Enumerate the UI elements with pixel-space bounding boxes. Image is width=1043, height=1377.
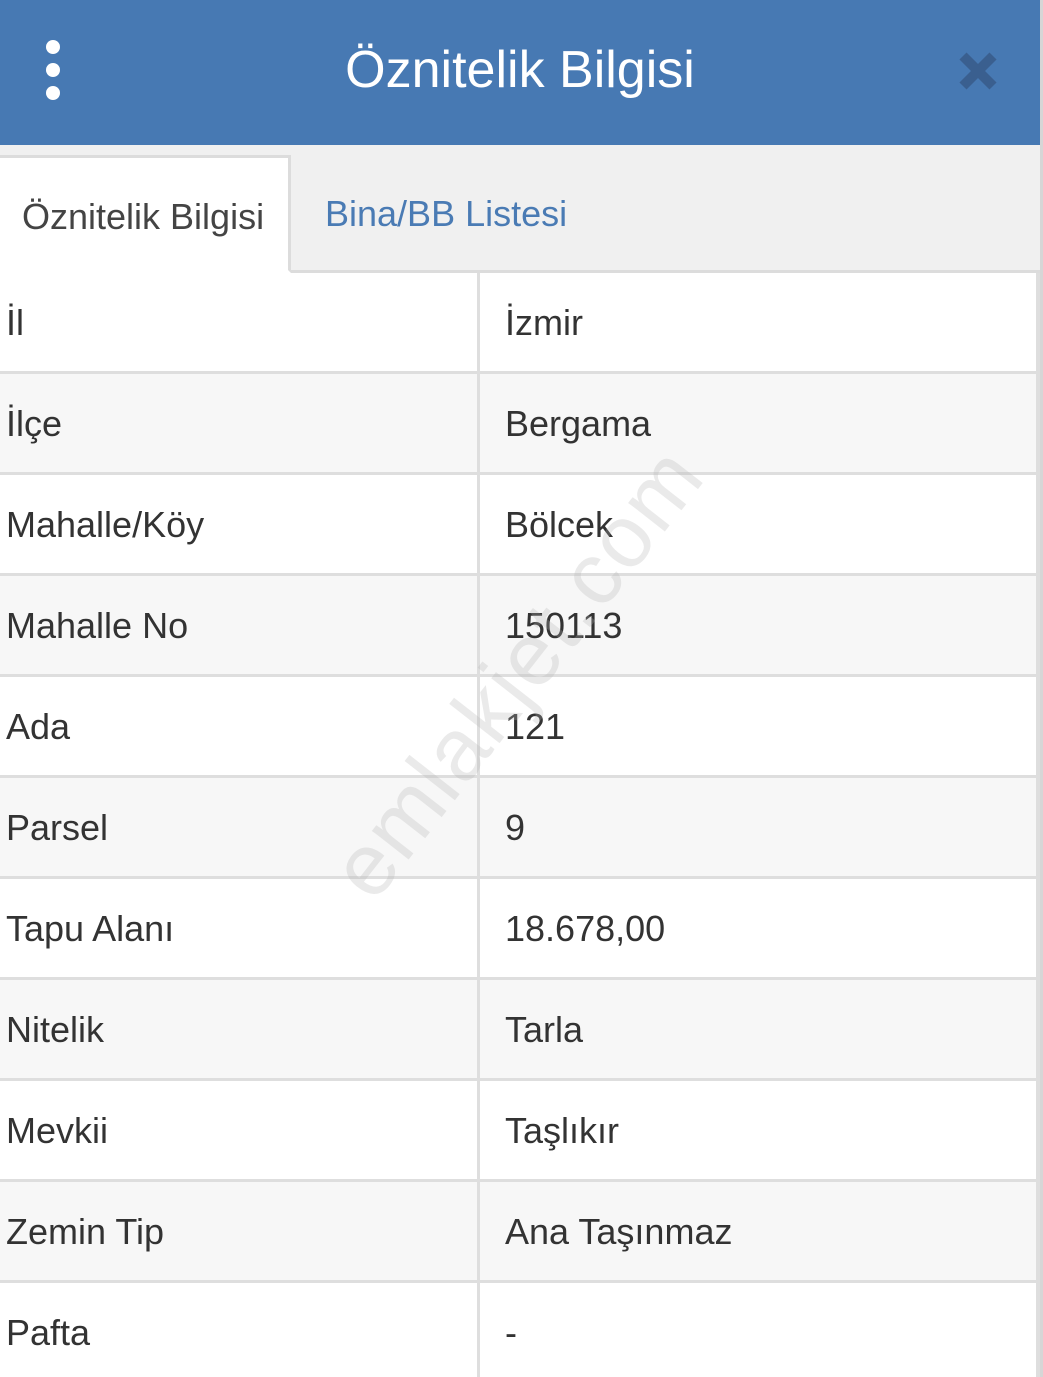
table-row: Mevkii Taşlıkır — [0, 1081, 1040, 1182]
row-value: Tarla — [505, 1009, 584, 1050]
row-label: Tapu Alanı — [6, 908, 175, 949]
row-value: İzmir — [505, 302, 583, 343]
row-label: Mevkii — [6, 1110, 109, 1151]
row-value: Ana Taşınmaz — [505, 1211, 733, 1252]
column-divider — [477, 1283, 480, 1377]
row-label: Mahalle/Köy — [6, 504, 205, 545]
table-row: Tapu Alanı 18.678,00 — [0, 879, 1040, 980]
column-divider — [477, 778, 480, 879]
column-divider — [477, 273, 480, 374]
row-label: Pafta — [6, 1312, 91, 1353]
tab-bar: Öznitelik Bilgisi Bina/BB Listesi — [0, 145, 1040, 273]
row-value: - — [505, 1312, 517, 1353]
row-value: 150113 — [505, 605, 623, 646]
table-row: Mahalle No 150113 — [0, 576, 1040, 677]
row-label: Parsel — [6, 807, 109, 848]
column-divider — [477, 677, 480, 778]
column-divider — [477, 980, 480, 1081]
page-title: Öznitelik Bilgisi — [345, 41, 695, 99]
column-divider — [477, 1081, 480, 1182]
row-label: İlçe — [6, 403, 63, 444]
row-label: İl — [6, 302, 24, 343]
row-value: Taşlıkır — [505, 1110, 620, 1151]
table-row: Ada 121 — [0, 677, 1040, 778]
row-value: 18.678,00 — [505, 908, 666, 949]
attribute-table: İl İzmir İlçe Bergama Mahalle/Köy Bölcek Mahal… — [0, 273, 1040, 1377]
attribute-panel: Öznitelik Bilgisi Öznitelik Bilgisi Bina… — [0, 0, 1043, 1377]
table-row: Parsel 9 — [0, 778, 1040, 879]
row-label: Zemin Tip — [6, 1211, 165, 1252]
row-value: Bergama — [505, 403, 652, 444]
column-divider — [477, 576, 480, 677]
row-value: 121 — [505, 706, 566, 747]
column-divider — [477, 374, 480, 475]
close-button[interactable] — [955, 48, 1001, 94]
table-row: İlçe Bergama — [0, 374, 1040, 475]
row-value: Bölcek — [505, 504, 614, 545]
column-divider — [477, 475, 480, 576]
table-row: Pafta - — [0, 1283, 1040, 1377]
row-label: Mahalle No — [6, 605, 189, 646]
tab-oznitelik-bilgisi[interactable]: Öznitelik Bilgisi — [0, 155, 291, 273]
row-label: Nitelik — [6, 1009, 105, 1050]
column-divider — [477, 1182, 480, 1283]
close-icon — [959, 52, 997, 90]
column-divider — [477, 879, 480, 980]
tab-bina-bb-listesi[interactable]: Bina/BB Listesi — [325, 155, 725, 273]
table-row: Mahalle/Köy Bölcek — [0, 475, 1040, 576]
row-label: Ada — [6, 706, 71, 747]
table-row: Zemin Tip Ana Taşınmaz — [0, 1182, 1040, 1283]
header-bar: Öznitelik Bilgisi — [0, 0, 1040, 145]
table-row: İl İzmir — [0, 273, 1040, 374]
table-row: Nitelik Tarla — [0, 980, 1040, 1081]
row-value: 9 — [505, 807, 526, 848]
